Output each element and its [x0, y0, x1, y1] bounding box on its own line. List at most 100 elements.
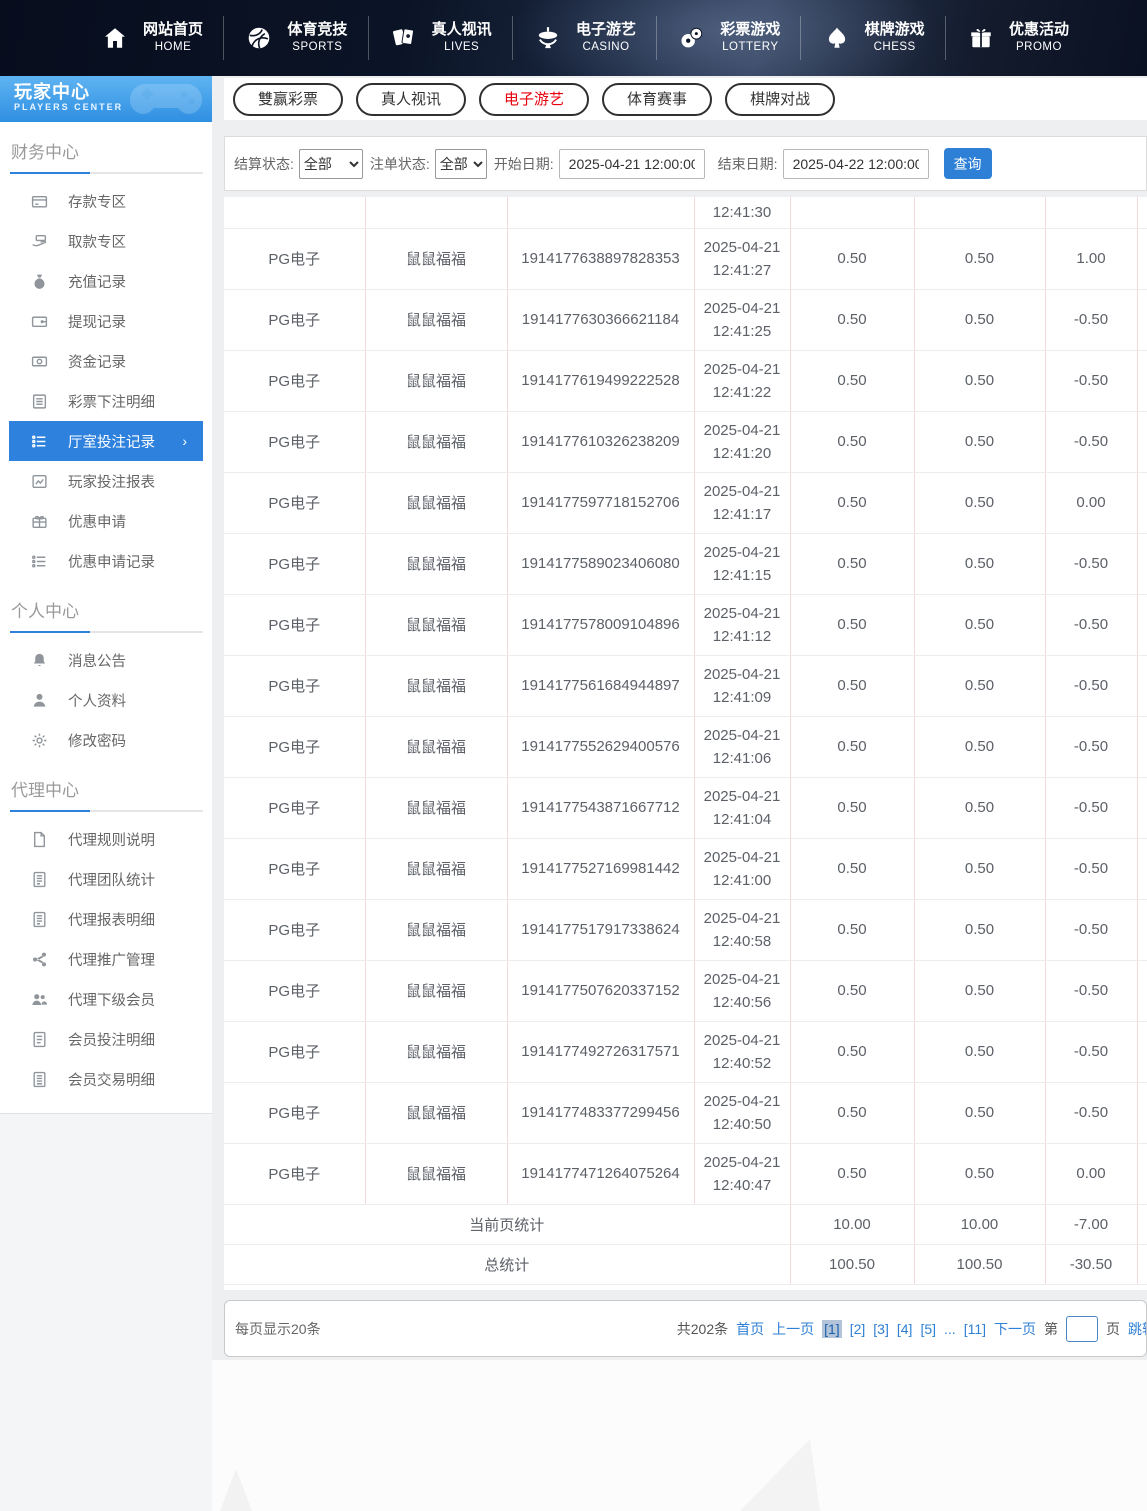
sidebar-item-member-transaction-details[interactable]: 会员交易明细 [0, 1059, 212, 1099]
table-row: PG电子 鼠鼠福福 1914177610326238209 2025-04-21… [224, 411, 1147, 472]
home-icon [100, 23, 130, 53]
sidebar-item-agent-promotion[interactable]: 代理推广管理 [0, 939, 212, 979]
page-link-5[interactable]: [5] [920, 1321, 936, 1337]
platform-cell: PG电子 [224, 533, 365, 594]
settle-status-select[interactable]: 全部 [299, 149, 363, 179]
valid-bet-cell: 0.50 [914, 777, 1045, 838]
nav-item-home[interactable]: 网站首页HOME [100, 21, 203, 54]
document-icon [31, 831, 48, 848]
sidebar-item-change-password[interactable]: 修改密码 [0, 720, 212, 760]
per-page-label: 每页显示20条 [235, 1319, 321, 1339]
first-page-link[interactable]: 首页 [736, 1319, 764, 1339]
start-date-label: 开始日期: [494, 154, 554, 174]
order-status-select[interactable]: 全部 [435, 149, 487, 179]
tab-live-video[interactable]: 真人视讯 [356, 83, 466, 116]
nav-item-promo[interactable]: 优惠活动PROMO [966, 21, 1069, 54]
nav-label-zh: 电子游艺 [576, 21, 636, 40]
game-cell: 鼠鼠福福 [365, 838, 507, 899]
platform-cell: PG电子 [224, 899, 365, 960]
end-date-label: 结束日期: [718, 154, 778, 174]
sidebar-item-agent-rules[interactable]: 代理规则说明 [0, 819, 212, 859]
sidebar-item-withdrawal-records[interactable]: 提现记录 [0, 301, 212, 341]
decor-triangle [220, 1469, 252, 1511]
win-loss-cell: -0.50 [1045, 899, 1137, 960]
start-date-input[interactable] [559, 149, 705, 179]
table-row: PG电子 鼠鼠福福 1914177492726317571 2025-04-21… [224, 1021, 1147, 1082]
sidebar-item-promo-application-records[interactable]: 优惠申请记录 [0, 541, 212, 581]
table-row: PG电子 鼠鼠福福 1914177471264075264 2025-04-21… [224, 1143, 1147, 1204]
order-no-cell: 1914177517917338624 [507, 899, 694, 960]
document-lines-icon [31, 1031, 48, 1048]
bet-amount-cell: 0.50 [790, 472, 914, 533]
datetime-cell: 2025-04-21 12:41:00 [694, 838, 790, 899]
win-loss-cell: -0.50 [1045, 533, 1137, 594]
bet-amount-cell: 0.50 [790, 899, 914, 960]
sidebar-item-player-bet-report[interactable]: 玩家投注报表 [0, 461, 212, 501]
sidebar-item-hall-bet-records[interactable]: 厅室投注记录 › [9, 421, 203, 461]
bet-amount-cell: 0.50 [790, 1082, 914, 1143]
nav-label-en: LOTTERY [722, 40, 778, 54]
nav-label-en: CHESS [874, 40, 916, 54]
datetime-cell: 2025-04-21 12:41:22 [694, 350, 790, 411]
nav-item-sports[interactable]: 体育竞技SPORTS [244, 21, 347, 54]
win-loss-cell: -0.50 [1045, 838, 1137, 899]
page-link-4[interactable]: [4] [897, 1321, 913, 1337]
page-ellipsis: ... [944, 1321, 956, 1337]
table-row: PG电子 鼠鼠福福 1914177561684944897 2025-04-21… [224, 655, 1147, 716]
sidebar-item-agent-sub-members[interactable]: 代理下级会员 [0, 979, 212, 1019]
page-link-3[interactable]: [3] [873, 1321, 889, 1337]
prev-page-link[interactable]: 上一页 [772, 1319, 814, 1339]
page-link-11[interactable]: [11] [964, 1321, 986, 1337]
sidebar-item-withdraw-zone[interactable]: 取款专区 [0, 221, 212, 261]
sidebar-item-agent-report-details[interactable]: 代理报表明细 [0, 899, 212, 939]
nav-item-casino[interactable]: 电子游艺CASINO [533, 21, 636, 54]
tab-chess-battle[interactable]: 棋牌对战 [725, 83, 835, 116]
sidebar-item-member-bet-details[interactable]: 会员投注明细 [0, 1019, 212, 1059]
sidebar-item-promo-application[interactable]: 优惠申请 [0, 501, 212, 541]
table-row: PG电子 鼠鼠福福 1914177597718152706 2025-04-21… [224, 472, 1147, 533]
bet-records-table-panel: 12:41:30 PG电子 鼠鼠福福 1914177638897828353 2… [224, 197, 1147, 1290]
end-date-input[interactable] [783, 149, 929, 179]
win-loss-cell: -0.50 [1045, 777, 1137, 838]
sidebar-item-funds-records[interactable]: 资金记录 [0, 341, 212, 381]
platform-cell: PG电子 [224, 1021, 365, 1082]
order-no-cell: 1914177619499222528 [507, 350, 694, 411]
bet-amount-cell: 0.50 [790, 960, 914, 1021]
sidebar-panel: 玩家中心 PLAYERS CENTER 财务中心 存款专区 取款专区 [0, 76, 212, 1114]
nav-label-zh: 彩票游戏 [720, 21, 780, 40]
tab-electronic-games[interactable]: 电子游艺 [479, 83, 589, 116]
nav-item-chess[interactable]: 棋牌游戏CHESS [822, 21, 925, 54]
deposit-card-icon [31, 193, 48, 210]
jump-page-input[interactable] [1066, 1316, 1098, 1342]
nav-label-zh: 网站首页 [143, 21, 203, 40]
sidebar-item-recharge-records[interactable]: 充值记录 [0, 261, 212, 301]
win-loss-cell: -0.50 [1045, 289, 1137, 350]
nav-item-lives[interactable]: 真人视讯LIVES [389, 21, 492, 54]
nav-item-lottery[interactable]: 彩票游戏LOTTERY [677, 21, 780, 54]
sidebar: 玩家中心 PLAYERS CENTER 财务中心 存款专区 取款专区 [0, 76, 212, 1511]
datetime-cell: 2025-04-21 12:41:06 [694, 716, 790, 777]
table-row: PG电子 鼠鼠福福 1914177619499222528 2025-04-21… [224, 350, 1147, 411]
game-cell: 鼠鼠福福 [365, 655, 507, 716]
datetime-cell: 2025-04-21 12:41:04 [694, 777, 790, 838]
win-loss-cell: -0.50 [1045, 411, 1137, 472]
sidebar-item-profile[interactable]: 个人资料 [0, 680, 212, 720]
table-row: PG电子 鼠鼠福福 1914177630366621184 2025-04-21… [224, 289, 1147, 350]
jump-suffix-label: 页 [1106, 1319, 1120, 1339]
tab-shuangying-lottery[interactable]: 雙赢彩票 [233, 83, 343, 116]
page-link-1[interactable]: [1] [822, 1320, 842, 1338]
sidebar-item-agent-team-stats[interactable]: 代理团队统计 [0, 859, 212, 899]
report-icon [31, 911, 48, 928]
nav-label-zh: 优惠活动 [1009, 21, 1069, 40]
sidebar-item-lottery-bet-details[interactable]: 彩票下注明细 [0, 381, 212, 421]
sidebar-item-deposit-zone[interactable]: 存款专区 [0, 181, 212, 221]
platform-cell: PG电子 [224, 716, 365, 777]
nav-divider [656, 16, 657, 60]
page-link-2[interactable]: [2] [850, 1321, 866, 1337]
sidebar-item-messages[interactable]: 消息公告 [0, 640, 212, 680]
search-button[interactable]: 查询 [944, 148, 992, 179]
bet-amount-cell: 0.50 [790, 533, 914, 594]
jump-go-link[interactable]: 跳转 [1128, 1319, 1147, 1339]
tab-sports-events[interactable]: 体育赛事 [602, 83, 712, 116]
next-page-link[interactable]: 下一页 [994, 1319, 1036, 1339]
